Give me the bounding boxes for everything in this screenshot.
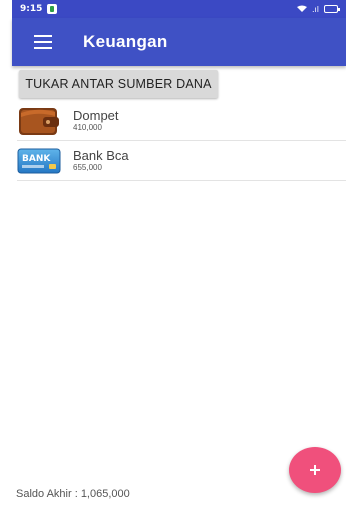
plus-icon xyxy=(310,465,320,475)
fund-list: Dompet 410,000 BANK Bank Bca 655,000 xyxy=(17,101,346,181)
status-bar: 9:15 .ıl xyxy=(12,0,346,18)
wallet-icon xyxy=(17,104,61,138)
app-bar: Keuangan xyxy=(12,18,346,66)
bank-card-label: BANK xyxy=(22,153,51,164)
final-balance: Saldo Akhir : 1,065,000 xyxy=(16,488,130,500)
add-button[interactable] xyxy=(289,447,341,493)
status-indicators: .ıl xyxy=(297,4,340,14)
status-time: 9:15 xyxy=(20,4,43,14)
fund-text: Bank Bca 655,000 xyxy=(73,148,129,173)
signal-icon: .ıl xyxy=(312,4,319,14)
wifi-icon xyxy=(297,5,307,12)
fund-text: Dompet 410,000 xyxy=(73,108,119,133)
fund-item-bank-bca[interactable]: BANK Bank Bca 655,000 xyxy=(17,141,346,181)
notification-icon xyxy=(47,4,58,14)
transfer-between-funds-button[interactable]: TUKAR ANTAR SUMBER DANA xyxy=(19,70,218,98)
fund-item-dompet[interactable]: Dompet 410,000 xyxy=(17,101,346,141)
fund-name: Dompet xyxy=(73,108,119,123)
bank-card-icon: BANK xyxy=(17,144,61,178)
battery-icon xyxy=(324,5,340,13)
page-title: Keuangan xyxy=(83,32,168,51)
fund-amount: 410,000 xyxy=(73,123,102,132)
fund-amount: 655,000 xyxy=(73,163,102,172)
menu-icon[interactable] xyxy=(34,35,52,49)
fund-name: Bank Bca xyxy=(73,148,129,163)
